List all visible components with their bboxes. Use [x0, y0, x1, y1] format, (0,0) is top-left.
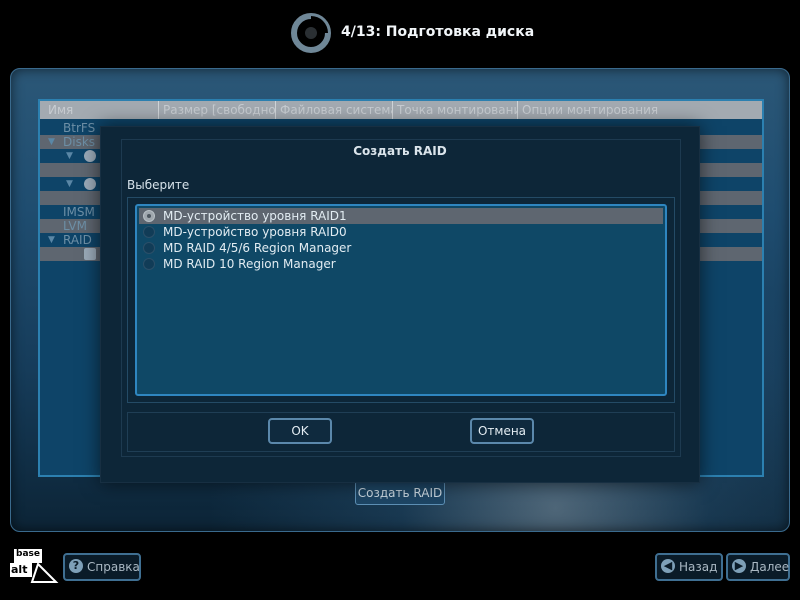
brand-bottom-text: alt: [11, 563, 28, 576]
tree-header: Имя Размер [свободно] Файловая система Т…: [40, 101, 762, 119]
disk-icon: [84, 178, 96, 190]
column-mount-options-header[interactable]: Опции монтирования: [518, 101, 756, 119]
ok-button[interactable]: OK: [268, 418, 332, 444]
radio-option-raid456[interactable]: MD RAID 4/5/6 Region Manager: [139, 240, 663, 256]
column-name-header[interactable]: Имя: [40, 101, 159, 119]
column-mountpoint-header[interactable]: Точка монтирования: [393, 101, 518, 119]
collapse-arrow-icon[interactable]: ▼: [48, 135, 55, 149]
tree-item-btrfs: BtrFS: [63, 121, 96, 135]
option-label: MD RAID 10 Region Manager: [163, 257, 336, 271]
column-size-header[interactable]: Размер [свободно]: [159, 101, 276, 119]
help-label: Справка: [87, 560, 140, 574]
dialog-button-bar: [127, 412, 675, 452]
radio-button[interactable]: [143, 242, 155, 254]
help-icon: ?: [69, 559, 83, 573]
choose-label: Выберите: [127, 178, 190, 192]
create-raid-button[interactable]: Создать RAID: [355, 481, 445, 505]
raid-device-icon: [84, 248, 96, 260]
raid-type-list[interactable]: MD-устройство уровня RAID1 MD-устройство…: [135, 204, 667, 396]
tree-item-imsm: IMSM: [63, 205, 95, 219]
option-label: MD RAID 4/5/6 Region Manager: [163, 241, 352, 255]
radio-button[interactable]: [143, 226, 155, 238]
dialog-title: Создать RAID: [353, 144, 447, 158]
arrow-left-icon: ◀: [661, 559, 675, 573]
disk-icon: [84, 150, 96, 162]
page-title: 4/13: Подготовка диска: [341, 24, 535, 40]
radio-button[interactable]: [143, 258, 155, 270]
brand-top-text: base: [16, 549, 40, 559]
collapse-arrow-icon[interactable]: ▼: [66, 149, 73, 163]
back-button[interactable]: ◀ Назад: [655, 553, 723, 581]
basealt-logo: base alt: [8, 546, 60, 586]
radio-option-raid10[interactable]: MD RAID 10 Region Manager: [139, 256, 663, 272]
next-label: Далее: [750, 560, 790, 574]
create-raid-dialog: Создать RAID Выберите MD-устройство уров…: [100, 126, 700, 483]
installer-header: 4/13: Подготовка диска: [0, 0, 800, 66]
tree-item-raid: RAID: [63, 233, 92, 247]
back-label: Назад: [679, 560, 718, 574]
column-filesystem-header[interactable]: Файловая система: [276, 101, 393, 119]
radio-option-raid1[interactable]: MD-устройство уровня RAID1: [139, 208, 663, 224]
help-button[interactable]: ? Справка: [63, 553, 141, 581]
collapse-arrow-icon[interactable]: ▼: [66, 177, 73, 191]
radio-option-raid0[interactable]: MD-устройство уровня RAID0: [139, 224, 663, 240]
cancel-button[interactable]: Отмена: [470, 418, 534, 444]
collapse-arrow-icon[interactable]: ▼: [48, 233, 55, 247]
arrow-right-icon: ▶: [732, 559, 746, 573]
option-label: MD-устройство уровня RAID0: [163, 225, 347, 239]
tree-item-lvm: LVM: [63, 219, 87, 233]
distro-logo-icon: [291, 13, 331, 53]
radio-button[interactable]: [143, 210, 155, 222]
tree-item-disks: Disks: [63, 135, 96, 149]
next-button[interactable]: ▶ Далее: [726, 553, 790, 581]
option-label: MD-устройство уровня RAID1: [163, 209, 347, 223]
